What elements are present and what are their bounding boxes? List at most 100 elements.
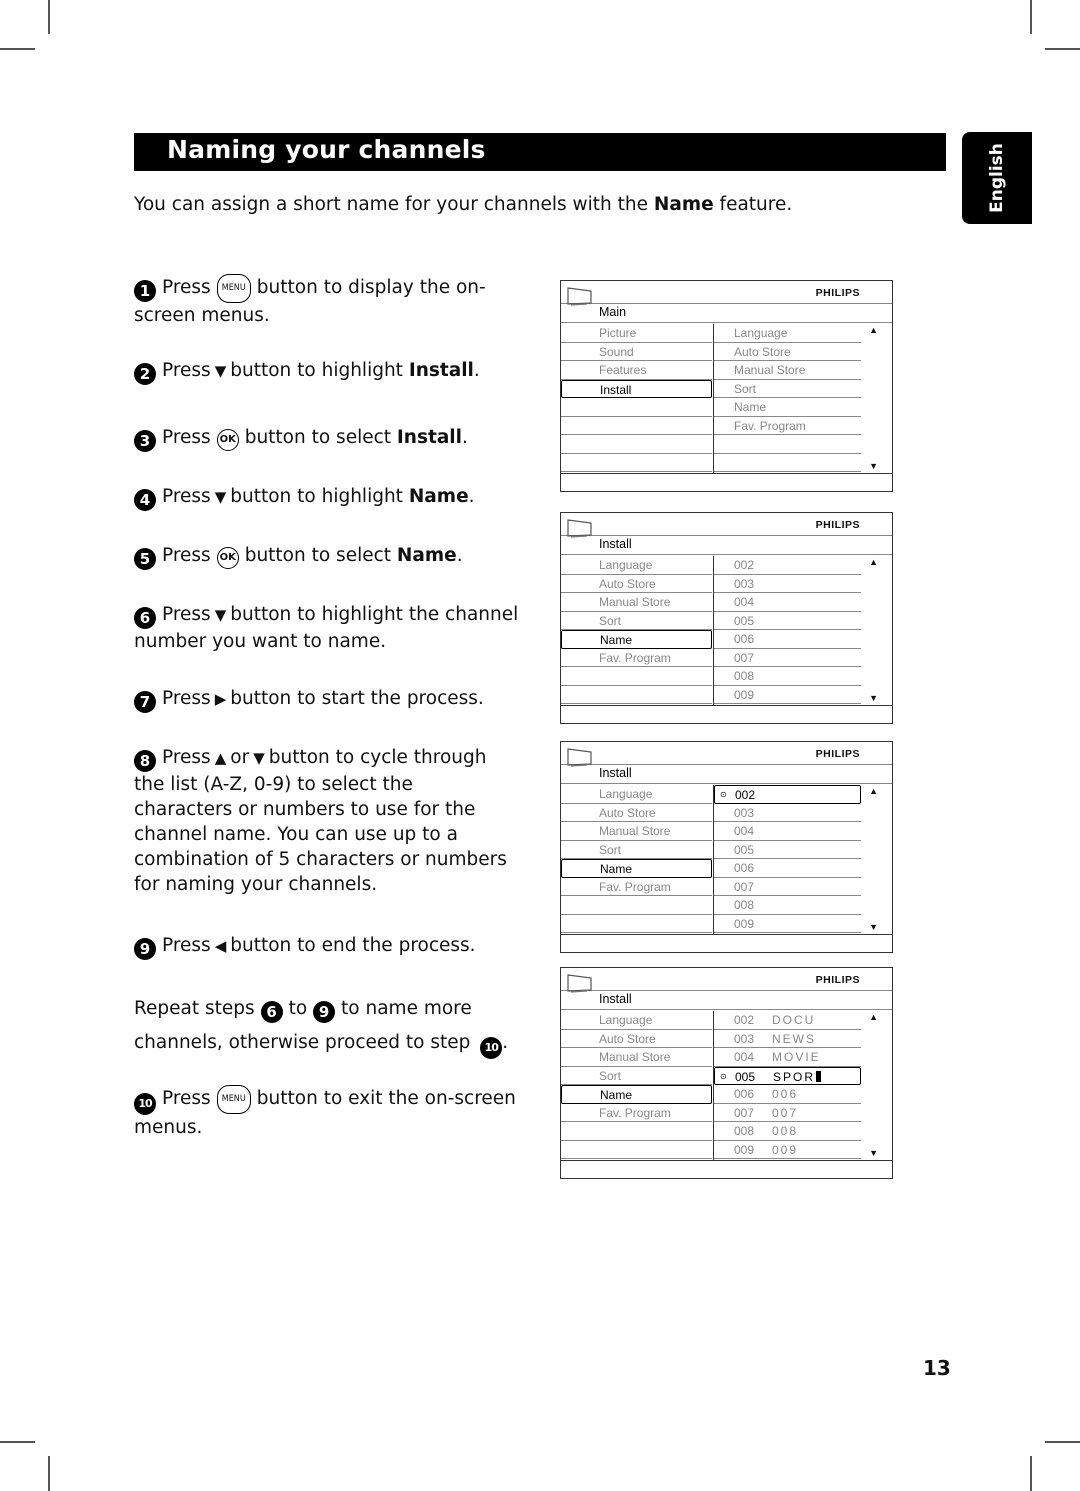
osd-menu-item[interactable]: Name xyxy=(561,1085,712,1104)
scroll-down-icon[interactable]: ▼ xyxy=(869,922,878,932)
step-text: button to start the process. xyxy=(230,688,484,709)
osd-menu-item[interactable] xyxy=(561,896,712,915)
osd-menu-item[interactable]: 007 xyxy=(714,649,861,667)
up-triangle-icon: ▲ xyxy=(214,749,227,767)
osd-menu-item[interactable]: Fav. Program xyxy=(714,417,861,435)
osd-menu-item[interactable] xyxy=(561,454,712,472)
osd-item-label: Manual Store xyxy=(734,363,806,377)
osd-menu-item[interactable]: ⊙ 002 xyxy=(714,785,861,804)
osd-menu-item[interactable]: Install xyxy=(561,379,712,398)
eye-icon: ⊙ xyxy=(720,790,727,799)
osd-menu-item[interactable]: Name xyxy=(714,398,861,417)
osd-left-menu: Picture Sound Features Install xyxy=(561,324,712,472)
osd-menu-item[interactable]: Language xyxy=(561,1011,712,1030)
osd-menu-item[interactable] xyxy=(561,915,712,933)
osd-menu-item[interactable]: 008 008 xyxy=(714,1122,861,1141)
page-title: Naming your channels xyxy=(167,135,486,164)
osd-menu-item[interactable]: Picture xyxy=(561,324,712,343)
osd-menu-item[interactable]: Language xyxy=(714,324,861,343)
osd-menu-item[interactable]: 005 xyxy=(714,612,861,630)
osd-menu-item[interactable]: 009 xyxy=(714,686,861,704)
step-text: button to highlight xyxy=(230,486,409,507)
osd-menu-item[interactable]: 004 xyxy=(714,822,861,841)
step-2: 2 Press ▼ button to highlight Install. xyxy=(134,358,524,385)
repeat-text: to xyxy=(288,998,308,1019)
scroll-up-icon[interactable]: ▲ xyxy=(869,1012,878,1022)
osd-menu-item[interactable] xyxy=(561,398,712,417)
osd-menu-item[interactable]: 002 DOCU xyxy=(714,1011,861,1030)
osd-menu-item[interactable]: Manual Store xyxy=(561,822,712,841)
osd-menu-item[interactable] xyxy=(561,686,712,704)
scroll-down-icon[interactable]: ▼ xyxy=(869,461,878,471)
brand-logo: PHILIPS xyxy=(815,287,860,299)
step-number-badge: 9 xyxy=(313,1001,336,1023)
scroll-up-icon[interactable]: ▲ xyxy=(869,325,878,335)
osd-menu-item[interactable]: Fav. Program xyxy=(561,1104,712,1122)
osd-menu-item[interactable]: 003 xyxy=(714,575,861,593)
step-bold: Install xyxy=(396,427,462,448)
osd-item-label: 002 xyxy=(735,788,756,802)
osd-item-label: 009 xyxy=(734,1142,755,1157)
ok-button-icon: OK xyxy=(216,547,239,569)
osd-menu-item[interactable]: 006 xyxy=(714,859,861,878)
osd-item-label: 006 xyxy=(734,632,755,646)
osd-menu-item[interactable]: 006 006 xyxy=(714,1085,861,1104)
osd-menu-item[interactable]: 007 xyxy=(714,878,861,896)
osd-menu-item[interactable]: 008 xyxy=(714,667,861,686)
tv-icon xyxy=(567,519,593,539)
osd-menu-item[interactable]: 009 xyxy=(714,915,861,933)
osd-menu-item[interactable] xyxy=(714,454,861,472)
osd-menu-item[interactable]: Auto Store xyxy=(714,343,861,361)
eye-icon: ⊙ xyxy=(720,1071,727,1081)
osd-menu-item[interactable] xyxy=(561,1122,712,1141)
crop-mark xyxy=(1030,1456,1032,1491)
step-number-badge: 6 xyxy=(260,1001,283,1023)
channel-name-text: 009 xyxy=(772,1142,799,1157)
osd-menu-item[interactable]: Auto Store xyxy=(561,575,712,593)
osd-menu-item[interactable]: Fav. Program xyxy=(561,878,712,896)
osd-menu-item[interactable]: 004 MOVIE xyxy=(714,1048,861,1067)
osd-menu-item[interactable]: 007 007 xyxy=(714,1104,861,1122)
step-or: or xyxy=(230,747,250,768)
osd-breadcrumb: Main xyxy=(599,305,627,319)
osd-menu-item[interactable] xyxy=(561,667,712,686)
crop-mark xyxy=(48,1456,50,1491)
osd-menu-item[interactable]: Name xyxy=(561,859,712,878)
osd-menu-item[interactable]: Auto Store xyxy=(561,804,712,822)
osd-menu-item[interactable] xyxy=(561,435,712,454)
osd-menu-item[interactable]: ⊙ 005 SPOR xyxy=(714,1066,861,1085)
osd-menu-item[interactable]: Name xyxy=(561,630,712,649)
osd-menu-item[interactable]: Manual Store xyxy=(714,361,861,380)
scroll-up-icon[interactable]: ▲ xyxy=(869,557,878,567)
osd-menu-item[interactable]: 009 009 xyxy=(714,1141,861,1159)
osd-menu-item[interactable]: Auto Store xyxy=(561,1030,712,1048)
scroll-up-icon[interactable]: ▲ xyxy=(869,786,878,796)
osd-menu-item[interactable] xyxy=(561,1141,712,1159)
osd-menu-item[interactable]: Sort xyxy=(714,380,861,398)
osd-menu-item[interactable]: Manual Store xyxy=(561,593,712,612)
osd-menu-item[interactable]: 008 xyxy=(714,896,861,915)
osd-menu-item[interactable]: Sound xyxy=(561,343,712,361)
osd-menu-item[interactable]: Language xyxy=(561,785,712,804)
osd-menu-item[interactable]: 004 xyxy=(714,593,861,612)
osd-menu-item[interactable] xyxy=(714,435,861,454)
osd-menu-item[interactable]: Sort xyxy=(561,1067,712,1085)
osd-sub-menu: 002 DOCU 003 NEWS 004 MOVIE ⊙ 005 SPOR 006 006 007 0… xyxy=(713,1011,861,1160)
osd-menu-item[interactable]: Language xyxy=(561,556,712,575)
osd-menu-item[interactable]: Features xyxy=(561,361,712,380)
osd-menu-item[interactable]: 003 NEWS xyxy=(714,1030,861,1048)
scroll-down-icon[interactable]: ▼ xyxy=(869,1148,878,1158)
osd-menu-item[interactable] xyxy=(561,417,712,435)
scroll-down-icon[interactable]: ▼ xyxy=(869,693,878,703)
channel-name-text: DOCU xyxy=(772,1013,816,1027)
osd-menu-item[interactable]: Manual Store xyxy=(561,1048,712,1067)
osd-menu-item[interactable]: Sort xyxy=(561,612,712,630)
osd-menu-item[interactable]: 006 xyxy=(714,630,861,649)
osd-menu-item[interactable]: 005 xyxy=(714,841,861,859)
osd-menu-item[interactable]: 003 xyxy=(714,804,861,822)
osd-menu-item[interactable]: Sort xyxy=(561,841,712,859)
osd-menu-item[interactable]: Fav. Program xyxy=(561,649,712,667)
osd-menu-item[interactable]: 002 xyxy=(714,556,861,575)
step-tail: . xyxy=(456,545,463,566)
osd-item-label: 007 xyxy=(734,1105,755,1120)
